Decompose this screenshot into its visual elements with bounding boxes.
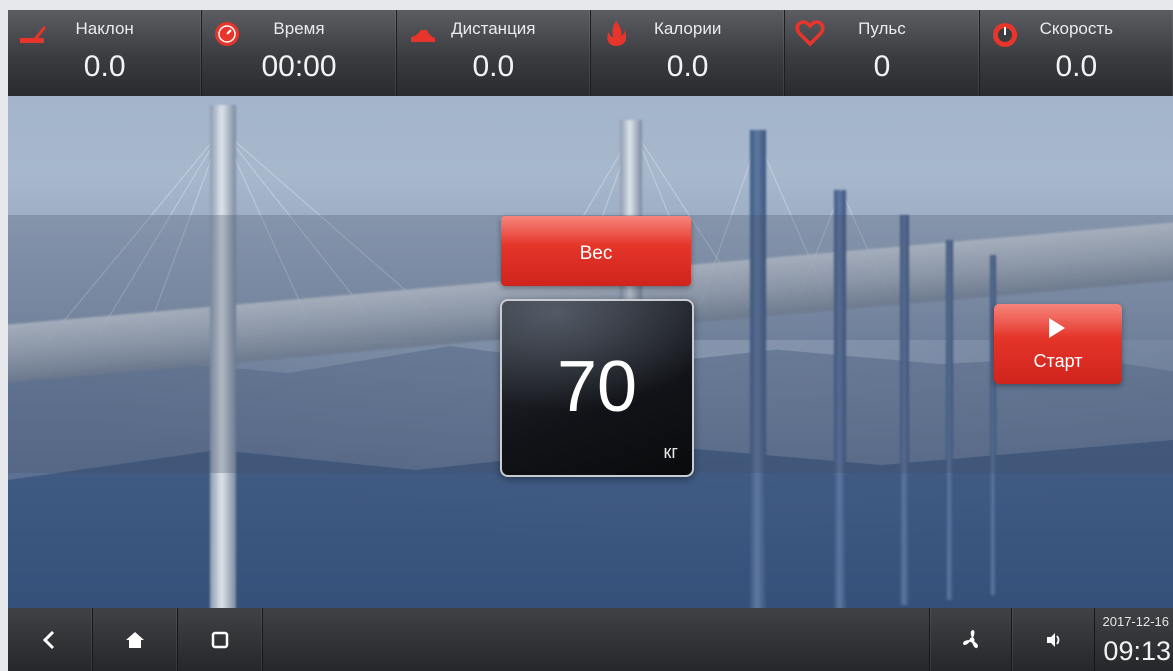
weight-title-button[interactable]: Вес	[501, 216, 691, 286]
volume-button[interactable]	[1011, 608, 1096, 671]
stat-calories: Калории 0.0	[591, 10, 786, 96]
stat-value: 00:00	[261, 50, 337, 83]
weight-unit: кг	[663, 442, 678, 462]
stat-time: Время 00:00	[202, 10, 397, 96]
play-icon	[1049, 318, 1065, 338]
recent-apps-icon	[211, 631, 229, 648]
system-nav-bar: 2017-12-16 09:13	[8, 608, 1173, 671]
weight-display[interactable]: 70 кг	[500, 299, 694, 477]
stat-label: Калории	[653, 19, 722, 38]
stat-value: 0	[873, 50, 891, 83]
clock-time: 09:13	[1103, 636, 1171, 666]
recent-apps-button[interactable]	[178, 608, 263, 671]
stat-label: Время	[273, 19, 325, 38]
stat-value: 0.0	[666, 50, 709, 83]
stat-label: Пульс	[858, 19, 906, 38]
stat-value: 0.0	[83, 50, 126, 83]
home-button[interactable]	[93, 608, 178, 671]
stat-distance: Дистанция 0.0	[397, 10, 591, 96]
stats-bar: Наклон 0.0 Время 00:00 Дистанция 0.0 Кал…	[8, 10, 1173, 96]
stat-label: Дистанция	[451, 19, 536, 38]
weight-value: 70	[556, 347, 638, 427]
volume-icon	[1047, 632, 1060, 647]
system-clock: 2017-12-16 09:13	[1094, 608, 1173, 671]
clock-date: 2017-12-16	[1102, 614, 1170, 629]
stat-speed: Скорость 0.0	[980, 10, 1173, 96]
stat-label: Наклон	[75, 19, 134, 38]
stat-label: Скорость	[1039, 19, 1114, 38]
back-icon	[42, 630, 55, 649]
stat-value: 0.0	[1055, 50, 1098, 83]
home-icon	[126, 631, 144, 648]
start-button[interactable]: Старт	[994, 304, 1122, 384]
stat-pulse: Пульс 0	[785, 10, 980, 96]
app-screen: Наклон 0.0 Время 00:00 Дистанция 0.0 Кал…	[8, 10, 1173, 671]
fan-button[interactable]	[929, 608, 1014, 671]
stat-incline: Наклон 0.0	[8, 10, 203, 96]
back-button[interactable]	[8, 608, 93, 671]
start-button-label: Старт	[1033, 351, 1083, 371]
fan-icon	[963, 629, 978, 648]
stat-value: 0.0	[472, 50, 515, 83]
